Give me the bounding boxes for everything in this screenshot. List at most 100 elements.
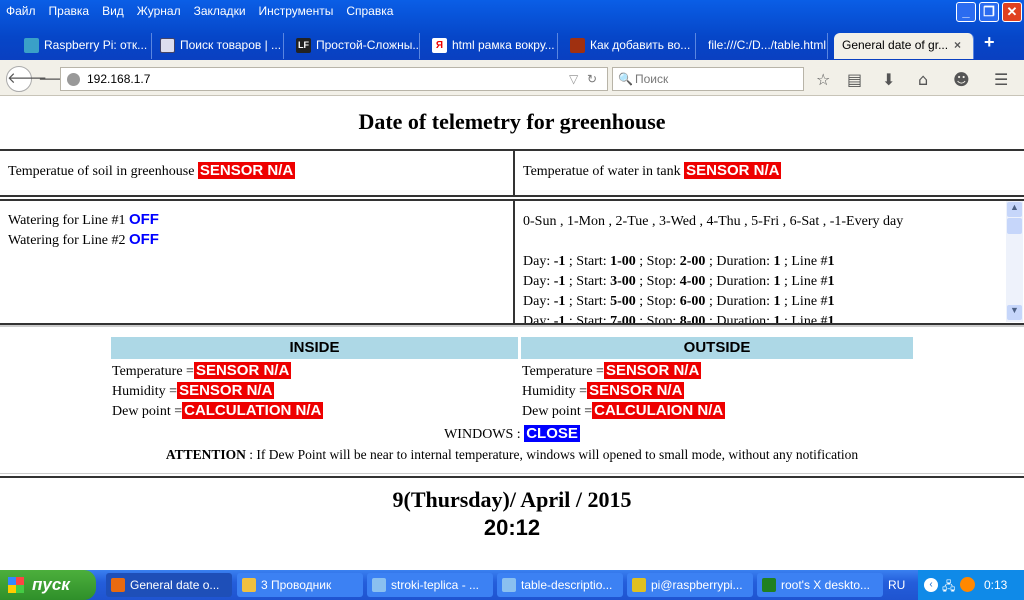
taskbar-item-putty[interactable]: pi@raspberrypi... [627, 573, 753, 597]
outside-dew: CALCULAION N/A [592, 402, 726, 419]
schedule-day: -1 [553, 274, 566, 289]
menu-history[interactable]: Журнал [137, 4, 181, 18]
close-window-button[interactable]: ✕ [1002, 2, 1022, 22]
attention-note: ATTENTION : If Dew Point will be near to… [165, 447, 859, 462]
navigation-toolbar: 🡐 🡒 192.168.1.7 ▽ ↻ 🔍 Поиск ☆ ▤ ⬇ ⌂ ☻ ☰ [0, 60, 1024, 96]
clock[interactable]: 0:13 [984, 578, 1007, 592]
home-icon[interactable]: ⌂ [918, 70, 928, 89]
minimize-button[interactable]: _ [956, 2, 976, 22]
menu-hamburger-icon[interactable]: ☰ [994, 70, 1008, 89]
soil-value: SENSOR N/A [197, 162, 296, 179]
schedule-duration: 1 [773, 254, 781, 269]
menu-bar: Файл Правка Вид Журнал Закладки Инструменты Сп… [6, 4, 406, 18]
day-legend: 0-Sun , 1-Mon , 2-Tue , 3-Wed , 4-Thu , … [523, 214, 904, 229]
schedule-line: 1 [827, 294, 835, 309]
schedule-entry: Day: -1 ; Start: 3-00 ; Stop: 4-00 ; Dur… [523, 274, 835, 289]
outside-readings: Temperature = SENSOR N/A Humidity = SENSOR… [522, 362, 726, 419]
water-value: SENSOR N/A [684, 162, 782, 179]
schedule-entry: Day: -1 ; Start: 7-00 ; Stop: 8-00 ; Dur… [523, 312, 1015, 323]
menu-file[interactable]: Файл [6, 4, 36, 18]
tab-how-to-add[interactable]: Как добавить во... [566, 33, 696, 59]
language-indicator[interactable]: RU [888, 578, 905, 592]
schedule-stop: 2-00 [679, 254, 706, 269]
search-icon: 🔍 [618, 72, 633, 86]
schedule-day: -1 [553, 254, 566, 269]
schedule-scrollbar[interactable]: ▲ ▼ [1006, 201, 1023, 322]
schedule-frame[interactable]: 0-Sun , 1-Mon , 2-Tue , 3-Wed , 4-Thu , … [515, 200, 1023, 323]
schedule-duration: 1 [773, 314, 781, 323]
tab-search-goods[interactable]: Поиск товаров | ... [156, 33, 284, 59]
maximize-button[interactable]: ❐ [979, 2, 999, 22]
globe-icon [67, 73, 80, 86]
inside-temp: SENSOR N/A [193, 362, 292, 379]
schedule-start: 7-00 [610, 314, 636, 323]
menu-view[interactable]: Вид [102, 4, 124, 18]
schedule-start: 5-00 [610, 294, 636, 309]
putty-icon [632, 578, 646, 592]
taskbar-item-notepad-stroki[interactable]: stroki-teplica - ... [367, 573, 493, 597]
temperature-row: Temperatue of soil in greenhouse SENSOR … [0, 149, 1024, 197]
taskbar-item-firefox[interactable]: General date o... [106, 573, 232, 597]
tab-raspberry[interactable]: Raspberry Pi: отк... [20, 33, 152, 59]
menu-edit[interactable]: Правка [49, 4, 90, 18]
schedule-duration: 1 [773, 274, 781, 289]
schedule-stop: 8-00 [679, 314, 706, 323]
schedule-start: 1-00 [610, 254, 636, 269]
menu-tools[interactable]: Инструменты [259, 4, 334, 18]
taskbar-item-x-desktop[interactable]: root's X deskto... [757, 573, 883, 597]
tray-app-icon[interactable] [960, 577, 975, 592]
notepad-stroki-icon [372, 578, 386, 592]
download-icon[interactable]: ⬇ [882, 70, 895, 89]
tab-html-frame[interactable]: Яhtml рамка вокру... [428, 33, 558, 59]
network-icon[interactable]: 🖧 [942, 577, 955, 598]
yandex-icon: Я [432, 38, 447, 53]
schedule-stop: 6-00 [679, 294, 706, 309]
page-title: Date of telemetry for greenhouse [358, 109, 666, 134]
bookmark-star-icon[interactable]: ☆ [816, 70, 830, 89]
water-temperature: Temperatue of water in tank SENSOR N/A [523, 162, 782, 179]
dropdown-arrow-icon[interactable]: ▽ [569, 68, 578, 90]
back-button[interactable]: 🡐 [6, 66, 47, 92]
schedule-stop: 4-00 [679, 274, 706, 289]
watering-status: Watering for Line #1 OFF Watering for Li… [8, 211, 159, 251]
current-time: 20:12 [483, 515, 541, 540]
reload-icon[interactable]: ↻ [587, 68, 597, 90]
search-input[interactable]: 🔍 Поиск [612, 67, 804, 91]
schedule-line: 1 [827, 254, 835, 269]
schedule-line: 1 [827, 314, 835, 323]
system-tray: ‹ 🖧 0:13 [918, 570, 1024, 600]
new-tab-button[interactable]: + [984, 32, 995, 53]
start-button[interactable]: пуск [0, 570, 96, 600]
outside-temp: SENSOR N/A [603, 362, 702, 379]
watering-line-2: Watering for Line #2 OFF [8, 231, 159, 248]
lf-logo-icon: LF [296, 38, 311, 53]
scroll-thumb[interactable] [1007, 218, 1022, 234]
menu-bookmarks[interactable]: Закладки [194, 4, 246, 18]
tab-table-file[interactable]: file:///C:/D.../table.html [702, 33, 828, 59]
inside-header: INSIDE [111, 337, 518, 359]
taskbar: пуск General date o... 3 Проводник stroki-… [0, 570, 1024, 600]
schedule-entry: Day: -1 ; Start: 5-00 ; Stop: 6-00 ; Dur… [523, 294, 835, 309]
windows-status: WINDOWS : CLOSE [444, 425, 580, 442]
url-bar[interactable]: 192.168.1.7 ▽ ↻ [60, 67, 608, 91]
schedule-list: Day: -1 ; Start: 1-00 ; Stop: 2-00 ; Dur… [523, 252, 1015, 323]
smiley-icon[interactable]: ☻ [953, 70, 970, 89]
tray-expand-icon[interactable]: ‹ [924, 578, 938, 592]
menu-help[interactable]: Справка [346, 4, 393, 18]
tab-general-date[interactable]: General date of gr... × [834, 33, 974, 59]
inside-dew: CALCULATION N/A [182, 402, 324, 419]
taskbar-item-notepad-table[interactable]: table-descriptio... [497, 573, 623, 597]
schedule-day: -1 [553, 294, 566, 309]
schedule-duration: 1 [773, 294, 781, 309]
notepad-table-icon [502, 578, 516, 592]
watering-line-1: Watering for Line #1 OFF [8, 211, 159, 228]
explorer-icon [242, 578, 256, 592]
tab-lf[interactable]: LF Простой-Сложны... [292, 33, 420, 59]
inside-humidity: SENSOR N/A [177, 382, 275, 399]
scroll-up-button[interactable]: ▲ [1007, 202, 1022, 217]
scroll-down-button[interactable]: ▼ [1007, 305, 1022, 320]
tab-strip: Raspberry Pi: отк... Поиск товаров | ...… [0, 30, 1024, 60]
close-tab-icon[interactable]: × [954, 33, 961, 57]
taskbar-item-explorer[interactable]: 3 Проводник [237, 573, 363, 597]
reading-list-icon[interactable]: ▤ [847, 70, 862, 89]
